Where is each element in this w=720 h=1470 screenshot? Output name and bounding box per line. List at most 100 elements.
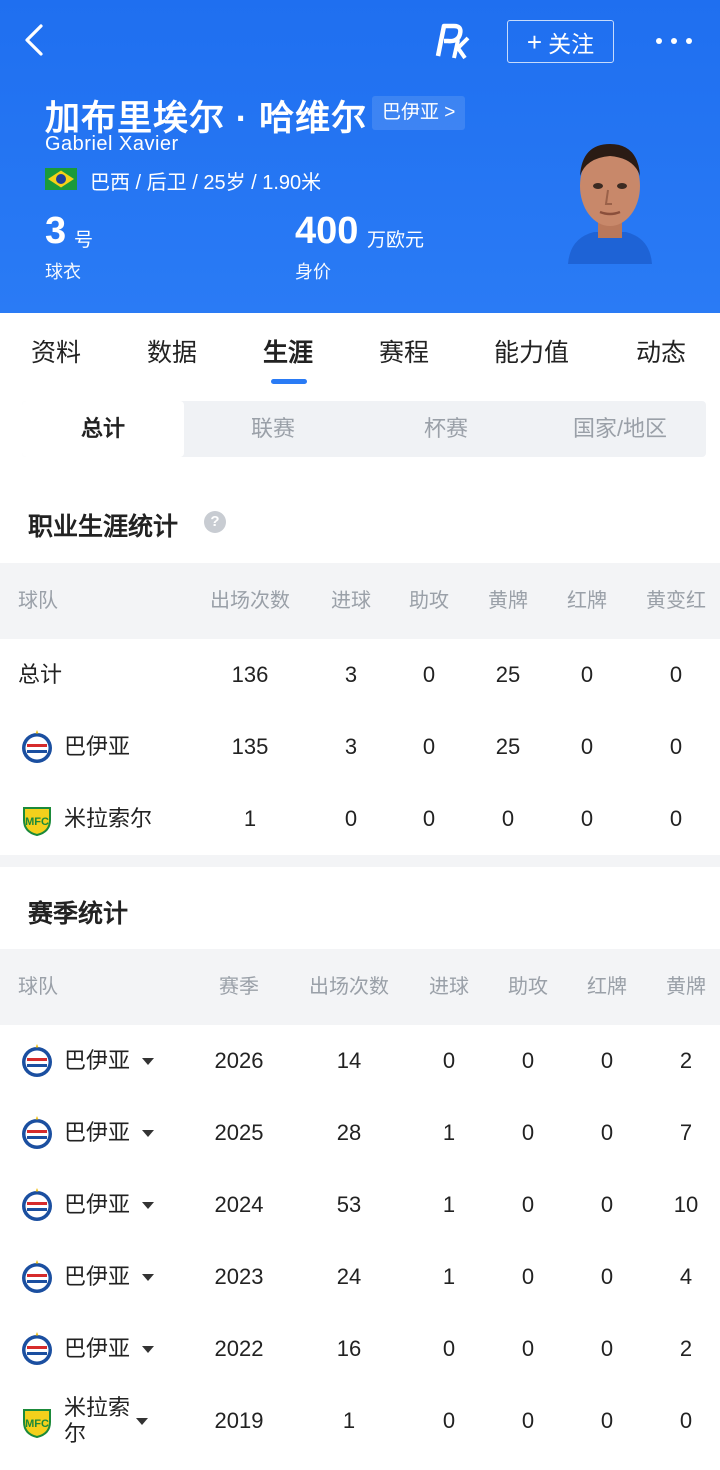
team-cell[interactable]: 巴伊亚 (20, 1313, 155, 1385)
subtabs-bar: 总计 联赛 杯赛 国家/地区 (0, 393, 720, 467)
career-table-header: 球队 出场次数 进球 助攻 黄牌 红牌 黄变红 (0, 563, 720, 639)
team-cell[interactable]: 巴伊亚 (20, 711, 130, 783)
red-cell: 0 (580, 662, 594, 687)
goals-cell: 0 (442, 1336, 456, 1361)
career-table-body: 总计 136 3 0 25 0 0 巴伊亚 135 3 0 25 0 0 MFC (0, 639, 720, 855)
pk-logo-icon (432, 20, 474, 62)
col-yellow: 黄牌 (488, 590, 528, 612)
col-team: 球队 (18, 590, 58, 612)
goals-cell: 0 (442, 1408, 456, 1433)
assists-cell: 0 (521, 1120, 535, 1145)
career-title: 职业生涯统计 (28, 513, 179, 541)
bahia-crest-icon (22, 1044, 52, 1077)
team-name: 总计 (18, 662, 63, 687)
subtab-total[interactable]: 总计 (22, 401, 184, 457)
team-name: 巴伊亚 (64, 1336, 131, 1361)
season-table-header: 球队 赛季 出场次数 进球 助攻 红牌 黄牌 (0, 949, 720, 1025)
apps-cell: 24 (336, 1264, 362, 1289)
assists-cell: 0 (521, 1336, 535, 1361)
follow-button[interactable]: + 关注 (507, 20, 614, 63)
tab-profile[interactable]: 资料 (31, 333, 81, 369)
table-row[interactable]: MFC 米拉索尔 1 0 0 0 0 0 (0, 783, 720, 855)
team-name: 巴伊亚 (64, 734, 131, 759)
apps-cell: 135 (231, 734, 269, 759)
tab-schedule[interactable]: 赛程 (379, 333, 429, 369)
shirt-number: 3 (45, 210, 67, 252)
goals-cell: 1 (442, 1192, 456, 1217)
season-cell: 2024 (214, 1192, 264, 1217)
team-cell[interactable]: 巴伊亚 (20, 1097, 155, 1169)
second-yellow-cell: 0 (669, 806, 683, 831)
mirassol-crest-icon: MFC (23, 807, 51, 836)
team-cell[interactable]: MFC 米拉索尔 (20, 783, 152, 855)
yellow-cell: 25 (495, 662, 521, 687)
table-row[interactable]: 巴伊亚 2025 28 1 0 0 7 (0, 1097, 720, 1169)
mirassol-crest-icon: MFC (23, 1409, 51, 1438)
help-icon[interactable]: ? (204, 511, 226, 533)
player-avatar (560, 134, 660, 264)
career-section-header: 职业生涯统计 ? (0, 467, 720, 563)
tab-ability[interactable]: 能力值 (494, 333, 569, 369)
team-name: 巴伊亚 (64, 1120, 131, 1145)
bahia-crest-icon (22, 1116, 52, 1149)
market-value: 400 (295, 210, 359, 252)
bahia-crest-icon (22, 1260, 52, 1293)
dropdown-arrow-icon[interactable] (136, 1417, 148, 1425)
table-row[interactable]: 巴伊亚 2023 24 1 0 0 4 (0, 1241, 720, 1313)
tab-news[interactable]: 动态 (636, 333, 686, 369)
subtab-league[interactable]: 联赛 (194, 401, 352, 457)
bahia-crest-icon (22, 1188, 52, 1221)
team-name: 巴伊亚 (64, 1048, 131, 1073)
col-team: 球队 (18, 976, 58, 998)
team-cell[interactable]: 巴伊亚 (20, 1241, 155, 1313)
apps-cell: 136 (231, 662, 269, 687)
apps-cell: 28 (336, 1120, 362, 1145)
dropdown-arrow-icon[interactable] (142, 1201, 155, 1209)
brazil-flag-icon (45, 168, 77, 190)
season-cell: 2025 (214, 1120, 264, 1145)
col-apps: 出场次数 (309, 976, 389, 998)
dropdown-arrow-icon[interactable] (142, 1273, 155, 1281)
active-tab-indicator (271, 379, 307, 384)
tab-data[interactable]: 数据 (147, 333, 197, 369)
red-cell: 0 (600, 1408, 614, 1433)
plus-icon: + (526, 26, 543, 57)
table-row[interactable]: 巴伊亚 135 3 0 25 0 0 (0, 711, 720, 783)
subtab-national[interactable]: 国家/地区 (540, 401, 700, 457)
col-red: 红牌 (587, 976, 627, 998)
back-icon[interactable] (14, 18, 58, 62)
goals-cell: 1 (442, 1120, 456, 1145)
team-cell: 总计 (18, 639, 62, 711)
assists-cell: 0 (521, 1192, 535, 1217)
subtab-cup[interactable]: 杯赛 (367, 401, 525, 457)
red-cell: 0 (600, 1336, 614, 1361)
season-cell: 2022 (214, 1336, 264, 1361)
team-cell[interactable]: 巴伊亚 (20, 1025, 155, 1097)
goals-cell: 0 (344, 806, 358, 831)
dropdown-arrow-icon[interactable] (142, 1057, 155, 1065)
tab-career[interactable]: 生涯 (263, 333, 313, 369)
team-name: 米拉索尔 (64, 806, 153, 831)
table-row[interactable]: 巴伊亚 2022 16 0 0 0 2 (0, 1313, 720, 1385)
yellow-cell: 10 (673, 1192, 699, 1217)
team-name: 巴伊亚 (64, 1192, 131, 1217)
team-name: 米拉索尔 (64, 1395, 131, 1446)
dropdown-arrow-icon[interactable] (142, 1345, 155, 1353)
more-icon[interactable] (650, 24, 698, 58)
assists-cell: 0 (422, 734, 436, 759)
apps-cell: 1 (243, 806, 257, 831)
col-season: 赛季 (219, 976, 259, 998)
team-cell[interactable]: MFC 米拉索尔 (20, 1385, 148, 1457)
yellow-cell: 2 (679, 1336, 693, 1361)
table-row[interactable]: MFC 米拉索尔 2019 1 0 0 0 0 (0, 1385, 720, 1457)
col-goals: 进球 (331, 590, 371, 612)
market-value-label: 身价 (295, 262, 331, 282)
table-row: 总计 136 3 0 25 0 0 (0, 639, 720, 711)
club-link[interactable]: 巴伊亚 > (372, 96, 466, 130)
table-row[interactable]: 巴伊亚 2026 14 0 0 0 2 (0, 1025, 720, 1097)
team-cell[interactable]: 巴伊亚 (20, 1169, 155, 1241)
table-row[interactable]: 巴伊亚 2024 53 1 0 0 10 (0, 1169, 720, 1241)
yellow-cell: 7 (679, 1120, 693, 1145)
dropdown-arrow-icon[interactable] (142, 1129, 155, 1137)
red-cell: 0 (580, 806, 594, 831)
